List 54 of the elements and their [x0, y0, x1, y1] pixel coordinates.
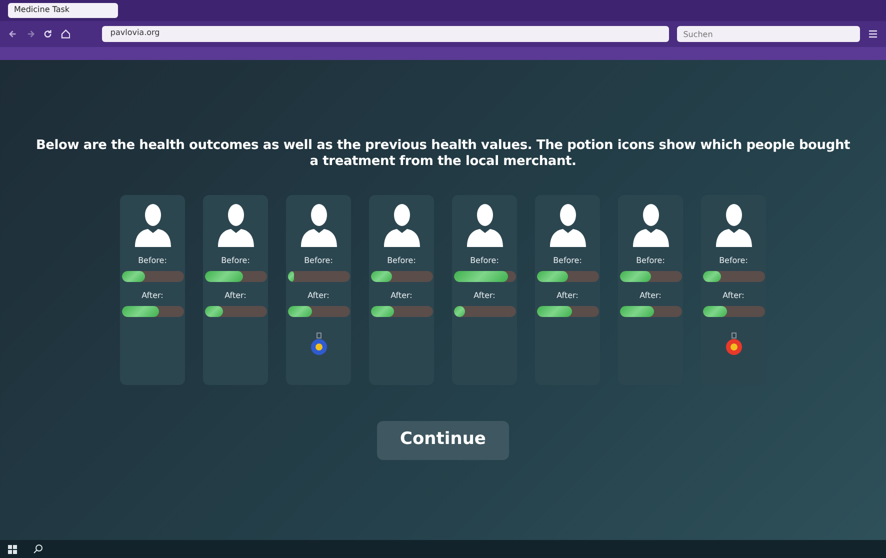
before-label: Before: [553, 254, 582, 266]
before-label: Before: [304, 254, 333, 266]
person-icon [714, 202, 752, 246]
before-label: Before: [138, 254, 167, 266]
health-bar [204, 306, 266, 316]
person-icon [466, 202, 504, 246]
person-icon [216, 202, 254, 246]
health-bar [620, 306, 682, 316]
address-bar[interactable]: pavlovia.org [102, 26, 670, 42]
before-label: Before: [719, 254, 748, 266]
health-bar [702, 306, 764, 316]
health-bar [288, 306, 350, 316]
health-bar [122, 306, 184, 316]
back-icon[interactable] [8, 29, 18, 39]
health-bar [370, 306, 432, 316]
after-label: After: [308, 290, 330, 302]
person-icon [300, 202, 338, 246]
browser-tab[interactable]: Medicine Task [8, 3, 118, 18]
continue-button[interactable]: Continue [377, 420, 509, 460]
health-bar [536, 270, 598, 282]
before-label: Before: [221, 254, 250, 266]
after-label: After: [224, 290, 246, 302]
person-icon [548, 202, 586, 246]
person-icon [382, 202, 420, 246]
health-bar [454, 306, 516, 316]
health-bar [122, 270, 184, 282]
reload-icon[interactable] [43, 29, 53, 39]
after-label: After: [556, 290, 578, 302]
after-label: After: [142, 290, 164, 302]
search-field[interactable]: Suchen [677, 26, 860, 42]
after-label: After: [640, 290, 662, 302]
potion-icon [724, 330, 742, 356]
health-bar [536, 306, 598, 316]
person-icon [632, 202, 670, 246]
after-label: After: [474, 290, 496, 302]
health-bar [204, 270, 266, 282]
before-label: Before: [387, 254, 416, 266]
health-bar [620, 270, 682, 282]
health-bar [454, 270, 516, 282]
health-bar [288, 270, 350, 282]
instruction-text: Below are the health outcomes as well as the previous health values. The potion icons show which people bought a treatment from the local merchant. [34, 137, 852, 170]
menu-icon[interactable] [868, 29, 878, 39]
health-bar [702, 270, 764, 282]
search-icon[interactable] [33, 544, 43, 554]
forward-icon[interactable] [26, 29, 36, 39]
home-icon[interactable] [60, 29, 70, 39]
after-label: After: [722, 290, 744, 302]
potion-icon [310, 330, 328, 356]
before-label: Before: [470, 254, 499, 266]
after-label: After: [390, 290, 412, 302]
health-bar [370, 270, 432, 282]
windows-start-icon[interactable] [8, 544, 17, 554]
person-icon [134, 202, 172, 246]
before-label: Before: [636, 254, 665, 266]
